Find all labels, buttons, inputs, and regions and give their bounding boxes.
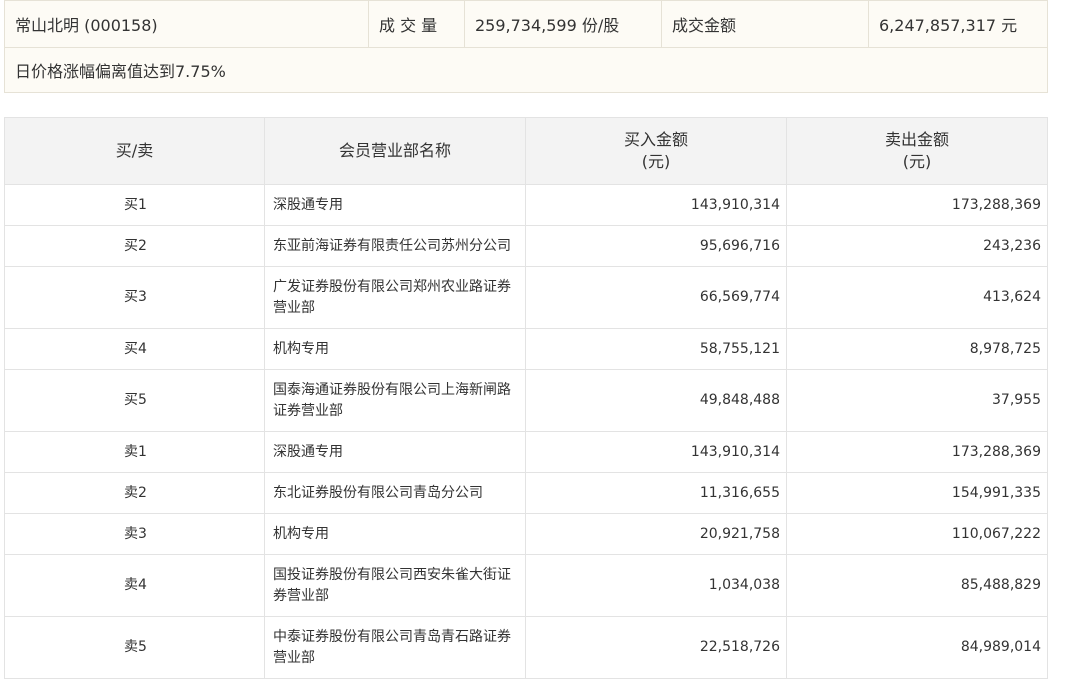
reason-row: 日价格涨幅偏离值达到7.75% (4, 47, 1048, 93)
row-buy-amount: 20,921,758 (525, 513, 787, 555)
row-branch: 机构专用 (264, 513, 526, 555)
row-branch: 国泰海通证券股份有限公司上海新闸路证券营业部 (264, 369, 526, 432)
table-row: 卖1 深股通专用 143,910,314 173,288,369 (4, 431, 1048, 473)
summary-row: 常山北明 (000158) 成 交 量 259,734,599 份/股 成交金额… (4, 0, 1048, 48)
row-branch: 深股通专用 (264, 431, 526, 473)
row-sell-amount: 84,989,014 (786, 616, 1048, 679)
row-sell-amount: 413,624 (786, 266, 1048, 329)
table-row: 买3 广发证券股份有限公司郑州农业路证券营业部 66,569,774 413,6… (4, 266, 1048, 329)
row-branch: 中泰证券股份有限公司青岛青石路证券营业部 (264, 616, 526, 679)
header-buy-amount: 买入金额 (元) (525, 117, 787, 185)
row-buy-amount: 22,518,726 (525, 616, 787, 679)
row-side: 卖5 (4, 616, 265, 679)
row-side: 卖2 (4, 472, 265, 514)
row-sell-amount: 8,978,725 (786, 328, 1048, 370)
table-row: 买5 国泰海通证券股份有限公司上海新闸路证券营业部 49,848,488 37,… (4, 369, 1048, 432)
summary-table: 常山北明 (000158) 成 交 量 259,734,599 份/股 成交金额… (4, 0, 1048, 93)
row-buy-amount: 1,034,038 (525, 554, 787, 617)
row-side: 卖1 (4, 431, 265, 473)
row-sell-amount: 85,488,829 (786, 554, 1048, 617)
row-branch: 东北证券股份有限公司青岛分公司 (264, 472, 526, 514)
header-branch: 会员营业部名称 (264, 117, 526, 185)
row-buy-amount: 143,910,314 (525, 184, 787, 226)
amount-label: 成交金额 (661, 0, 869, 48)
table-row: 卖5 中泰证券股份有限公司青岛青石路证券营业部 22,518,726 84,98… (4, 616, 1048, 679)
header-sell-unit: (元) (902, 152, 932, 171)
row-side: 卖4 (4, 554, 265, 617)
row-branch: 深股通专用 (264, 184, 526, 226)
row-branch: 东亚前海证券有限责任公司苏州分公司 (264, 225, 526, 267)
trading-table: 买/卖 会员营业部名称 买入金额 (元) 卖出金额 (元) 买1 深股通专用 1… (4, 117, 1048, 679)
row-side: 买4 (4, 328, 265, 370)
table-row: 卖4 国投证券股份有限公司西安朱雀大街证券营业部 1,034,038 85,48… (4, 554, 1048, 617)
row-buy-amount: 143,910,314 (525, 431, 787, 473)
row-branch: 国投证券股份有限公司西安朱雀大街证券营业部 (264, 554, 526, 617)
row-buy-amount: 95,696,716 (525, 225, 787, 267)
header-sell-label: 卖出金额 (884, 130, 949, 149)
row-side: 买1 (4, 184, 265, 226)
row-sell-amount: 173,288,369 (786, 184, 1048, 226)
header-buy-unit: (元) (641, 152, 671, 171)
row-sell-amount: 110,067,222 (786, 513, 1048, 555)
page: 常山北明 (000158) 成 交 量 259,734,599 份/股 成交金额… (0, 0, 1068, 694)
row-sell-amount: 154,991,335 (786, 472, 1048, 514)
table-row: 卖2 东北证券股份有限公司青岛分公司 11,316,655 154,991,33… (4, 472, 1048, 514)
volume-label: 成 交 量 (368, 0, 465, 48)
table-row: 卖3 机构专用 20,921,758 110,067,222 (4, 513, 1048, 555)
row-buy-amount: 66,569,774 (525, 266, 787, 329)
table-row: 买4 机构专用 58,755,121 8,978,725 (4, 328, 1048, 370)
header-sell-amount: 卖出金额 (元) (786, 117, 1048, 185)
row-side: 卖3 (4, 513, 265, 555)
table-header-row: 买/卖 会员营业部名称 买入金额 (元) 卖出金额 (元) (4, 117, 1048, 185)
stock-name: 常山北明 (000158) (4, 0, 369, 48)
row-buy-amount: 11,316,655 (525, 472, 787, 514)
row-buy-amount: 58,755,121 (525, 328, 787, 370)
amount-value: 6,247,857,317 元 (868, 0, 1048, 48)
volume-value: 259,734,599 份/股 (464, 0, 662, 48)
table-row: 买1 深股通专用 143,910,314 173,288,369 (4, 184, 1048, 226)
row-sell-amount: 37,955 (786, 369, 1048, 432)
row-branch: 机构专用 (264, 328, 526, 370)
header-side: 买/卖 (4, 117, 265, 185)
row-buy-amount: 49,848,488 (525, 369, 787, 432)
header-buy-label: 买入金额 (623, 130, 688, 149)
table-row: 买2 东亚前海证券有限责任公司苏州分公司 95,696,716 243,236 (4, 225, 1048, 267)
row-sell-amount: 173,288,369 (786, 431, 1048, 473)
row-side: 买5 (4, 369, 265, 432)
row-side: 买3 (4, 266, 265, 329)
row-sell-amount: 243,236 (786, 225, 1048, 267)
listing-reason: 日价格涨幅偏离值达到7.75% (4, 47, 1048, 93)
row-branch: 广发证券股份有限公司郑州农业路证券营业部 (264, 266, 526, 329)
row-side: 买2 (4, 225, 265, 267)
